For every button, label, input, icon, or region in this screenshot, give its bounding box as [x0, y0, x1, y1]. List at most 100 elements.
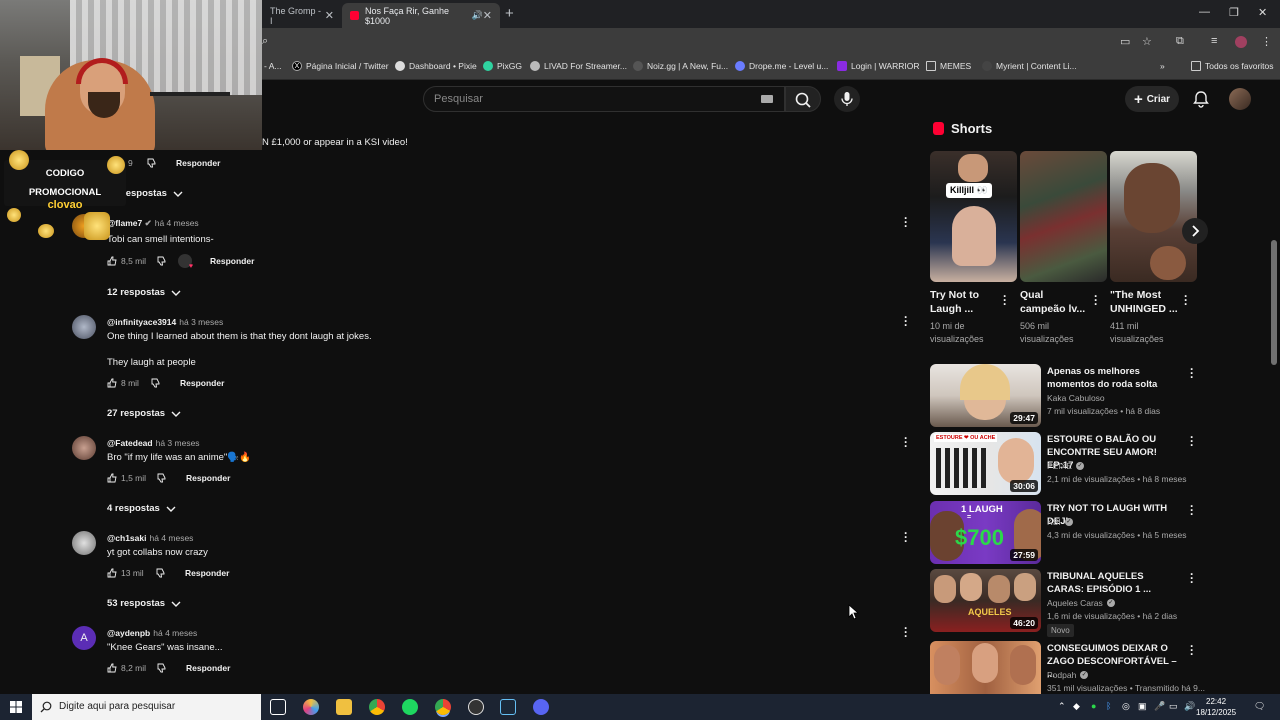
steam-icon[interactable] [500, 699, 516, 715]
video-thumbnail[interactable]: 29:47 [930, 364, 1041, 427]
tray-app-icon[interactable]: ◎ [1122, 701, 1130, 712]
comment-handle[interactable]: @flame7 ✔ há 4 meses [107, 218, 199, 229]
comment-menu-icon[interactable]: · · · [904, 432, 908, 452]
windows-start-icon[interactable] [10, 701, 22, 713]
video-channel[interactable]: Podpah ✓ [1047, 670, 1089, 680]
commenter-avatar[interactable]: A [72, 626, 96, 650]
video-channel[interactable]: PEIXE ✓ [1047, 461, 1085, 471]
network-icon[interactable]: ▭ [1169, 701, 1178, 712]
video-menu-icon[interactable]: · · · [1190, 568, 1194, 588]
commenter-avatar[interactable] [72, 436, 96, 460]
dislike-icon[interactable] [157, 663, 167, 673]
short-menu-icon[interactable]: · · · [1184, 290, 1188, 310]
replies-toggle[interactable]: 4 respostas [107, 503, 176, 514]
bookmark-warrior[interactable]: Login | WARRIOR [837, 61, 920, 71]
page-scrollbar[interactable] [1271, 240, 1277, 365]
comment-handle[interactable]: @infinityace3914 há 3 meses [107, 317, 223, 327]
notifications-icon[interactable]: 🗨 [1254, 701, 1265, 712]
bookmark-pixgg[interactable]: PixGG [483, 61, 522, 71]
discord-icon[interactable] [533, 699, 549, 715]
reply-button[interactable]: Responder [185, 568, 229, 578]
comment-handle[interactable]: @aydenpb há 4 meses [107, 628, 197, 638]
bookmark-myrient[interactable]: Myrient | Content Li... [982, 61, 1077, 71]
obs-icon[interactable] [468, 699, 484, 715]
taskbar-search-input[interactable]: Digite aqui para pesquisar [32, 694, 261, 720]
video-channel[interactable]: Kaka Cabuloso [1047, 393, 1105, 403]
video-menu-icon[interactable]: · · · [1190, 363, 1194, 383]
short-title[interactable]: "The Most UNHINGED ... [1110, 288, 1178, 316]
tray-app-icon[interactable]: ▣ [1138, 701, 1147, 712]
file-explorer-icon[interactable] [336, 699, 352, 715]
replies-toggle[interactable]: 27 respostas [107, 408, 181, 419]
system-clock[interactable]: 22:42 18/12/2025 [1196, 696, 1236, 718]
comment-menu-icon[interactable]: · · · [904, 311, 908, 331]
video-thumbnail[interactable]: ESTOURE ❤ OU ACHE 30:06 [930, 432, 1041, 495]
video-channel[interactable]: Aqueles Caras ✓ [1047, 598, 1115, 608]
restore-icon[interactable]: ❐ [1229, 6, 1239, 19]
bookmark-drope[interactable]: Drope.me - Level u... [735, 61, 828, 71]
like-button[interactable]: 8,2 mil [107, 663, 146, 673]
copilot-icon[interactable] [303, 699, 319, 715]
short-thumbnail[interactable]: Killjill 👀 [930, 151, 1017, 282]
commenter-avatar[interactable] [72, 531, 96, 555]
tray-overflow-icon[interactable]: ⌃ [1058, 701, 1066, 712]
search-input[interactable]: Pesquisar [423, 86, 785, 112]
short-title[interactable]: Try Not to Laugh ... [930, 288, 979, 316]
speaker-icon[interactable]: 🔊 [472, 10, 483, 21]
like-button[interactable]: 13 mil [107, 568, 144, 578]
video-title[interactable]: Apenas os melhores momentos do roda solt… [1047, 365, 1182, 391]
reply-button[interactable]: Responder [210, 256, 254, 266]
reply-button[interactable]: Responder [186, 473, 230, 483]
tray-app-icon[interactable]: ● [1091, 701, 1096, 711]
replies-toggle[interactable]: 53 respostas [107, 598, 181, 609]
like-button[interactable]: 8,5 mil [107, 256, 146, 266]
video-thumbnail[interactable] [930, 641, 1041, 694]
replies-toggle[interactable]: 12 respostas [107, 287, 181, 298]
close-tab-icon[interactable]: ✕ [483, 9, 492, 22]
replies-toggle[interactable]: respostas [122, 188, 183, 199]
user-avatar[interactable] [1229, 88, 1251, 110]
video-thumbnail[interactable]: 1 LAUGH = $700 27:59 [930, 501, 1041, 564]
profile-icon[interactable] [1235, 36, 1247, 48]
video-channel[interactable]: KSI ✓ [1047, 517, 1073, 527]
chrome-icon[interactable] [369, 699, 385, 715]
bookmark-twitter[interactable]: X Página Inicial / Twitter [292, 61, 389, 71]
video-title[interactable]: TRIBUNAL AQUELES CARAS: EPISÓDIO 1 ... [1047, 570, 1182, 596]
video-menu-icon[interactable]: · · · [1190, 640, 1194, 660]
volume-icon[interactable]: 🔊 [1184, 701, 1195, 712]
extensions-icon[interactable]: ⧉ [1176, 35, 1184, 48]
video-thumbnail[interactable]: AQUELES 46:20 [930, 569, 1041, 632]
minimize-icon[interactable]: — [1199, 6, 1210, 18]
short-thumbnail[interactable] [1110, 151, 1197, 282]
reply-button[interactable]: Responder [176, 158, 220, 168]
video-menu-icon[interactable]: · · · [1190, 431, 1194, 451]
comment-handle[interactable]: @ch1saki há 4 meses [107, 533, 193, 543]
bookmark-memes[interactable]: MEMES [926, 61, 971, 71]
tray-app-icon[interactable]: ◆ [1073, 701, 1080, 712]
dislike-icon[interactable] [156, 568, 166, 578]
cast-icon[interactable]: ▭ [1120, 35, 1130, 48]
chrome-active-icon[interactable] [435, 699, 451, 715]
like-button[interactable]: 1,5 mil [107, 473, 146, 483]
star-icon[interactable]: ☆ [1142, 35, 1152, 48]
close-tab-icon[interactable]: ✕ [325, 9, 334, 22]
bookmark-noiz[interactable]: Noiz.gg | A New, Fu... [633, 61, 728, 71]
task-view-icon[interactable] [270, 699, 286, 715]
menu-icon[interactable]: ⋮ [1261, 35, 1272, 48]
comment-menu-icon[interactable]: · · · [904, 622, 908, 642]
all-favorites[interactable]: Todos os favoritos [1191, 61, 1274, 71]
notifications-bell-icon[interactable] [1192, 90, 1210, 108]
tab-the-gromp[interactable]: The Gromp - I ✕ [262, 3, 342, 28]
create-button[interactable]: + Criar [1125, 86, 1179, 112]
reply-button[interactable]: Responder [180, 378, 224, 388]
short-menu-icon[interactable]: · · · [1003, 290, 1007, 310]
comment-handle[interactable]: @Fatedead há 3 meses [107, 438, 200, 448]
bluetooth-icon[interactable]: ᛒ [1106, 701, 1111, 711]
video-menu-icon[interactable]: · · · [1190, 500, 1194, 520]
keyboard-icon[interactable] [761, 95, 773, 103]
new-tab-icon[interactable]: + [505, 5, 514, 22]
like-button[interactable]: 8 mil [107, 378, 139, 388]
short-menu-icon[interactable]: · · · [1094, 290, 1098, 310]
commenter-avatar[interactable] [72, 315, 96, 339]
search-button[interactable] [785, 86, 821, 112]
